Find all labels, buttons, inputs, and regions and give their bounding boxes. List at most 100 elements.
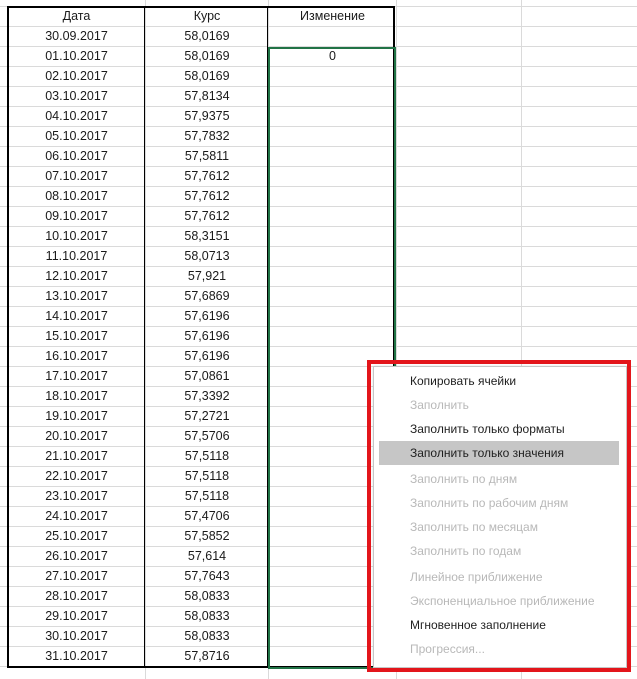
table-row: 08.10.2017 57,7612 bbox=[0, 186, 637, 206]
context-menu-item[interactable]: Мгновенное заполнение bbox=[379, 613, 619, 637]
rate-cell[interactable]: 57,3392 bbox=[146, 386, 268, 406]
rate-cell[interactable]: 57,6196 bbox=[146, 326, 268, 346]
rate-cell[interactable]: 57,5118 bbox=[146, 486, 268, 506]
date-cell[interactable]: 26.10.2017 bbox=[8, 546, 145, 566]
date-cell[interactable]: 30.09.2017 bbox=[8, 26, 145, 46]
date-cell[interactable]: 16.10.2017 bbox=[8, 346, 145, 366]
table-row: 14.10.2017 57,6196 bbox=[0, 306, 637, 326]
rate-cell[interactable]: 57,7832 bbox=[146, 126, 268, 146]
rate-cell[interactable]: 58,0833 bbox=[146, 586, 268, 606]
date-cell[interactable]: 12.10.2017 bbox=[8, 266, 145, 286]
rate-cell[interactable]: 57,5811 bbox=[146, 146, 268, 166]
change-cell[interactable] bbox=[269, 106, 396, 126]
context-menu-item[interactable]: Заполнить только значения bbox=[379, 441, 619, 465]
rate-cell[interactable]: 57,7612 bbox=[146, 166, 268, 186]
change-cell[interactable] bbox=[269, 66, 396, 86]
change-cell[interactable] bbox=[269, 306, 396, 326]
context-menu-item: Заполнить по годам bbox=[410, 544, 522, 558]
date-cell[interactable]: 02.10.2017 bbox=[8, 66, 145, 86]
rate-cell[interactable]: 58,0169 bbox=[146, 26, 268, 46]
rate-cell[interactable]: 57,5852 bbox=[146, 526, 268, 546]
date-cell[interactable]: 04.10.2017 bbox=[8, 106, 145, 126]
table-row: 09.10.2017 57,7612 bbox=[0, 206, 637, 226]
date-cell[interactable]: 23.10.2017 bbox=[8, 486, 145, 506]
table-row: 16.10.2017 57,6196 bbox=[0, 346, 637, 366]
date-cell[interactable]: 01.10.2017 bbox=[8, 46, 145, 66]
context-menu-item: Линейное приближение bbox=[410, 570, 543, 584]
context-menu-item: Прогрессия... bbox=[410, 642, 485, 656]
change-cell[interactable] bbox=[269, 226, 396, 246]
change-cell[interactable] bbox=[269, 86, 396, 106]
context-menu-item: Экспоненциальное приближение bbox=[410, 594, 595, 608]
date-cell[interactable]: 28.10.2017 bbox=[8, 586, 145, 606]
rate-cell[interactable]: 58,0833 bbox=[146, 626, 268, 646]
rate-cell[interactable]: 57,6196 bbox=[146, 306, 268, 326]
rate-cell[interactable]: 57,921 bbox=[146, 266, 268, 286]
change-cell[interactable] bbox=[269, 246, 396, 266]
date-cell[interactable]: 19.10.2017 bbox=[8, 406, 145, 426]
date-cell[interactable]: 30.10.2017 bbox=[8, 626, 145, 646]
change-cell[interactable] bbox=[269, 166, 396, 186]
context-menu-item: Заполнить bbox=[410, 398, 469, 412]
rate-cell[interactable]: 58,0169 bbox=[146, 66, 268, 86]
context-menu-item[interactable]: Копировать ячейки bbox=[379, 369, 619, 393]
change-cell[interactable] bbox=[269, 286, 396, 306]
rate-cell[interactable]: 57,8716 bbox=[146, 646, 268, 666]
date-cell[interactable]: 20.10.2017 bbox=[8, 426, 145, 446]
date-cell[interactable]: 05.10.2017 bbox=[8, 126, 145, 146]
change-cell[interactable] bbox=[269, 186, 396, 206]
change-cell[interactable] bbox=[269, 326, 396, 346]
rate-cell[interactable]: 57,5706 bbox=[146, 426, 268, 446]
header-rate[interactable]: Курс bbox=[146, 6, 268, 26]
date-cell[interactable]: 29.10.2017 bbox=[8, 606, 145, 626]
date-cell[interactable]: 22.10.2017 bbox=[8, 466, 145, 486]
rate-cell[interactable]: 57,2721 bbox=[146, 406, 268, 426]
rate-cell[interactable]: 57,6196 bbox=[146, 346, 268, 366]
date-cell[interactable]: 13.10.2017 bbox=[8, 286, 145, 306]
header-date[interactable]: Дата bbox=[8, 6, 145, 26]
change-cell[interactable] bbox=[269, 206, 396, 226]
date-cell[interactable]: 15.10.2017 bbox=[8, 326, 145, 346]
date-cell[interactable]: 27.10.2017 bbox=[8, 566, 145, 586]
rate-cell[interactable]: 57,6869 bbox=[146, 286, 268, 306]
context-menu-item: Заполнить по рабочим дням bbox=[410, 496, 569, 510]
context-menu-item: Заполнить по месяцам bbox=[410, 520, 538, 534]
rate-cell[interactable]: 57,7643 bbox=[146, 566, 268, 586]
rate-cell[interactable]: 57,5118 bbox=[146, 466, 268, 486]
change-cell[interactable] bbox=[269, 26, 396, 46]
change-cell[interactable] bbox=[269, 126, 396, 146]
rate-cell[interactable]: 57,7612 bbox=[146, 186, 268, 206]
date-cell[interactable]: 03.10.2017 bbox=[8, 86, 145, 106]
change-cell[interactable] bbox=[269, 146, 396, 166]
date-cell[interactable]: 31.10.2017 bbox=[8, 646, 145, 666]
context-menu-item[interactable]: Заполнить только форматы bbox=[379, 417, 619, 441]
date-cell[interactable]: 11.10.2017 bbox=[8, 246, 145, 266]
date-cell[interactable]: 08.10.2017 bbox=[8, 186, 145, 206]
date-cell[interactable]: 25.10.2017 bbox=[8, 526, 145, 546]
rate-cell[interactable]: 57,0861 bbox=[146, 366, 268, 386]
header-change[interactable]: Изменение bbox=[269, 6, 396, 26]
rate-cell[interactable]: 58,0169 bbox=[146, 46, 268, 66]
rate-cell[interactable]: 57,5118 bbox=[146, 446, 268, 466]
date-cell[interactable]: 17.10.2017 bbox=[8, 366, 145, 386]
change-cell[interactable] bbox=[269, 346, 396, 366]
date-cell[interactable]: 06.10.2017 bbox=[8, 146, 145, 166]
rate-cell[interactable]: 57,9375 bbox=[146, 106, 268, 126]
date-cell[interactable]: 24.10.2017 bbox=[8, 506, 145, 526]
table-row: 06.10.2017 57,5811 bbox=[0, 146, 637, 166]
change-cell[interactable]: 0 bbox=[269, 46, 396, 66]
rate-cell[interactable]: 58,0833 bbox=[146, 606, 268, 626]
rate-cell[interactable]: 57,614 bbox=[146, 546, 268, 566]
date-cell[interactable]: 18.10.2017 bbox=[8, 386, 145, 406]
date-cell[interactable]: 07.10.2017 bbox=[8, 166, 145, 186]
date-cell[interactable]: 14.10.2017 bbox=[8, 306, 145, 326]
rate-cell[interactable]: 58,0713 bbox=[146, 246, 268, 266]
rate-cell[interactable]: 57,8134 bbox=[146, 86, 268, 106]
date-cell[interactable]: 10.10.2017 bbox=[8, 226, 145, 246]
rate-cell[interactable]: 57,7612 bbox=[146, 206, 268, 226]
date-cell[interactable]: 09.10.2017 bbox=[8, 206, 145, 226]
date-cell[interactable]: 21.10.2017 bbox=[8, 446, 145, 466]
rate-cell[interactable]: 58,3151 bbox=[146, 226, 268, 246]
change-cell[interactable] bbox=[269, 266, 396, 286]
rate-cell[interactable]: 57,4706 bbox=[146, 506, 268, 526]
